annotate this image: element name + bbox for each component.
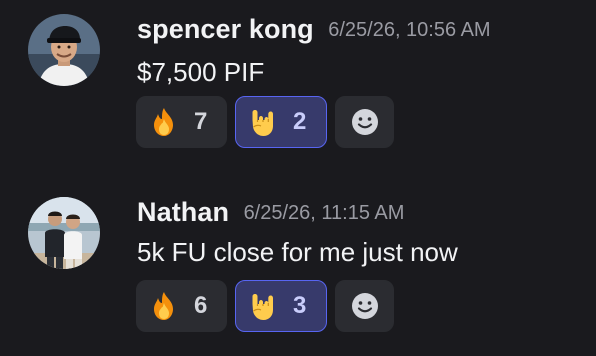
avatar[interactable]	[28, 14, 100, 86]
rock-on-hand-emoji-icon	[252, 110, 273, 136]
smiley-add-reaction-icon	[351, 109, 378, 135]
username[interactable]: Nathan	[137, 197, 229, 227]
message-item: Nathan 6/25/26, 11:15 AM 5k FU close for…	[0, 180, 596, 356]
timestamp: 6/25/26, 11:15 AM	[243, 202, 405, 224]
message-header: spencer kong 6/25/26, 10:56 AM	[137, 14, 491, 45]
reaction-rock-on-button[interactable]: 3	[235, 280, 327, 332]
message-item: spencer kong 6/25/26, 10:56 AM $7,500 PI…	[0, 0, 596, 165]
reaction-rock-on-button[interactable]: 2	[235, 96, 327, 148]
reaction-fire-button[interactable]: 7	[136, 96, 227, 148]
reactions-bar: 6 3	[136, 280, 394, 332]
add-reaction-button[interactable]	[335, 96, 394, 148]
chat-message-list: spencer kong 6/25/26, 10:56 AM $7,500 PI…	[0, 0, 596, 356]
rock-on-hand-emoji-icon	[252, 294, 273, 320]
add-reaction-button[interactable]	[335, 280, 394, 332]
message-header: Nathan 6/25/26, 11:15 AM	[137, 197, 404, 228]
fire-emoji-icon	[154, 292, 173, 320]
smiley-add-reaction-icon	[351, 293, 378, 319]
reactions-bar: 7 2	[136, 96, 394, 148]
reaction-count: 3	[293, 292, 307, 319]
reaction-count: 2	[293, 108, 307, 135]
reaction-count: 7	[194, 108, 208, 135]
fire-emoji-icon	[154, 108, 173, 136]
reaction-count: 6	[194, 292, 208, 319]
timestamp: 6/25/26, 10:56 AM	[328, 19, 491, 41]
message-content: 5k FU close for me just now	[137, 237, 458, 267]
reaction-fire-button[interactable]: 6	[136, 280, 227, 332]
message-content: $7,500 PIF	[137, 57, 265, 87]
avatar[interactable]	[28, 197, 100, 269]
username[interactable]: spencer kong	[137, 14, 314, 44]
